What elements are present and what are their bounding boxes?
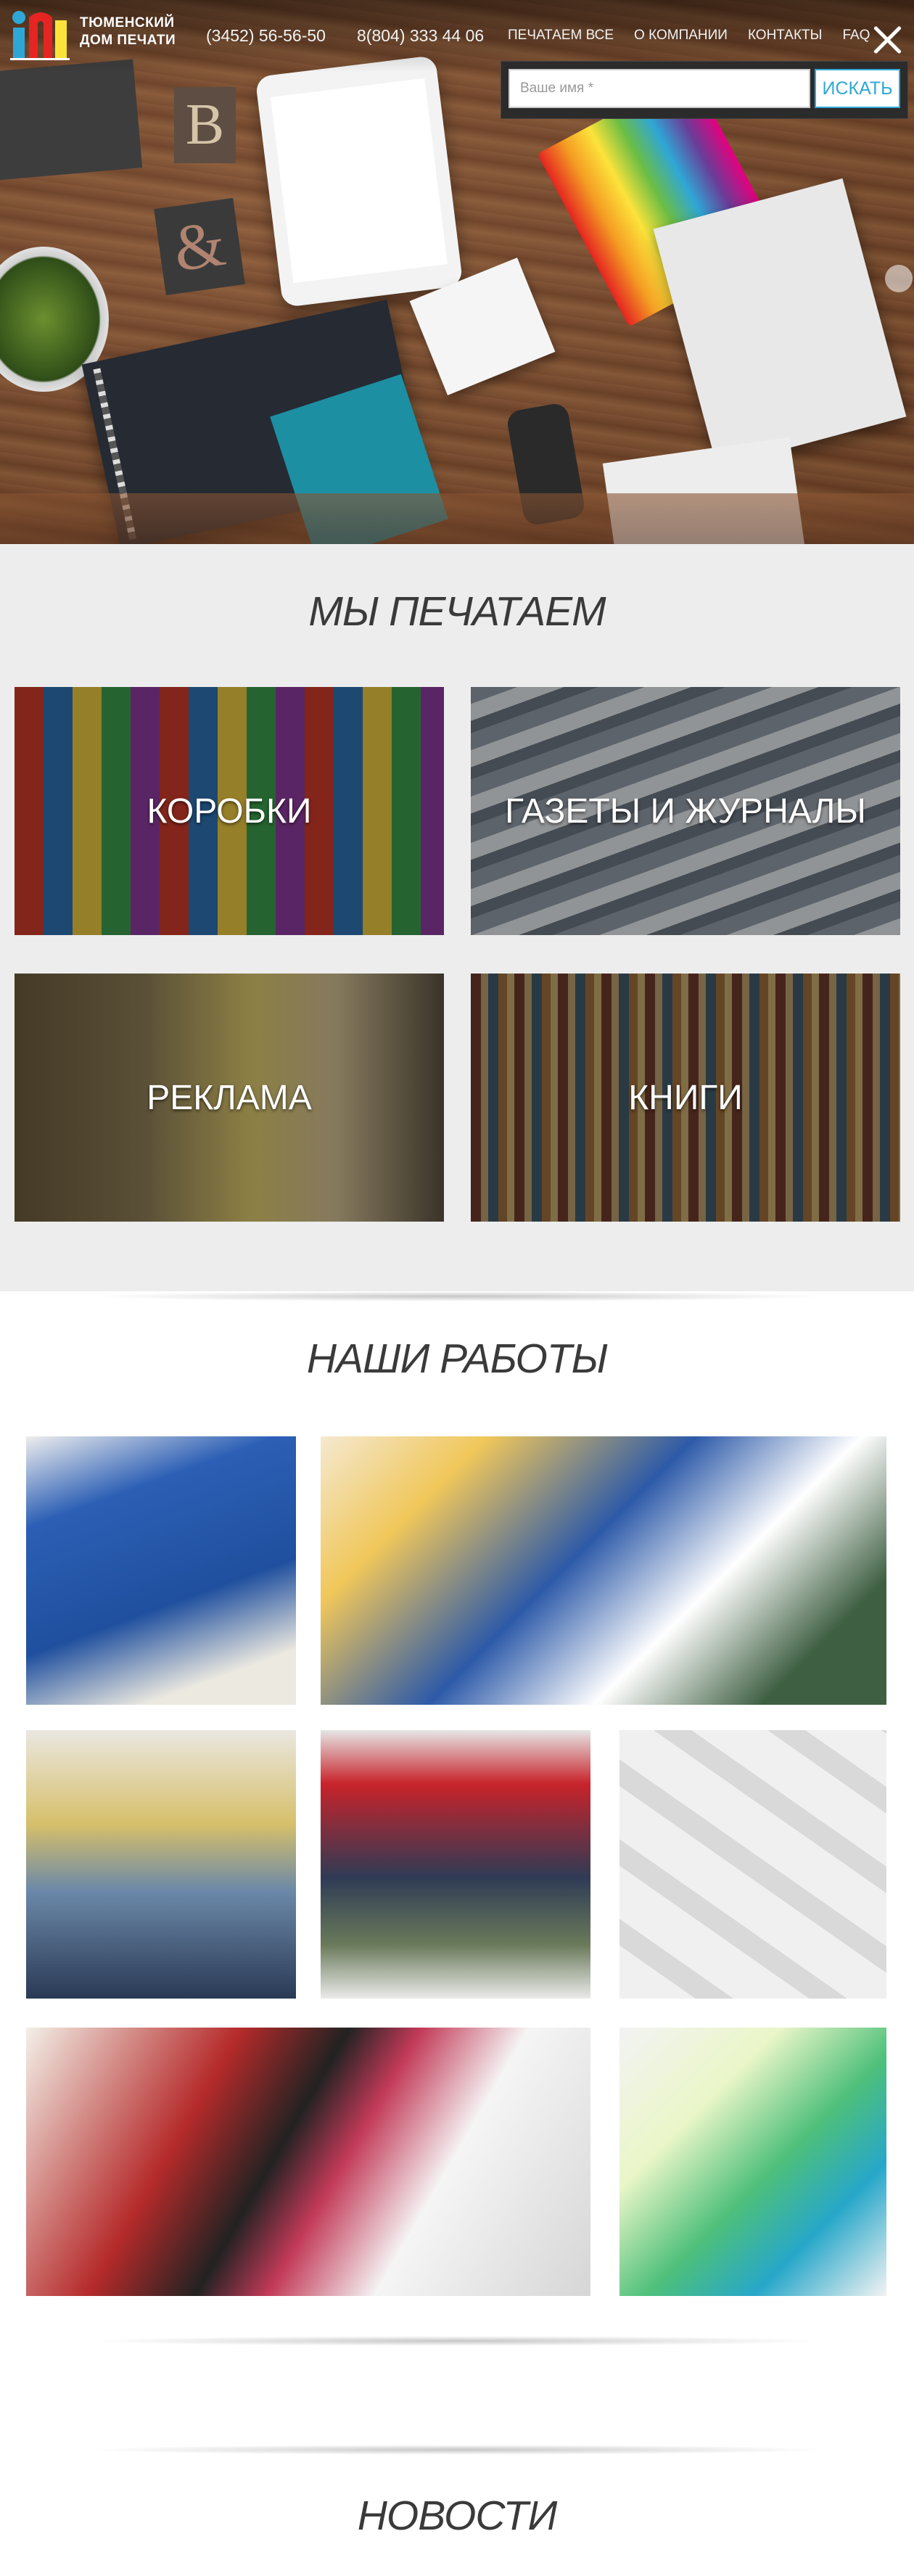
hero-decor-book [653,178,907,468]
work-item-2[interactable] [321,1436,886,1705]
main-nav: ПЕЧАТАЕМ ВСЕ О КОМПАНИИ КОНТАКТЫ FAQ [508,28,870,44]
hero-decor-letter-b: B [174,87,236,163]
category-books-label: КНИГИ [628,1078,743,1117]
logo-line-2: ДОМ ПЕЧАТИ [80,33,176,48]
work-item-1[interactable] [26,1436,296,1705]
logo-line-1: ТЮМЕНСКИЙ [80,15,175,30]
category-boxes-label: КОРОБКИ [147,791,312,831]
nav-item-contacts[interactable]: КОНТАКТЫ [748,28,823,44]
hero-decor-tablet [255,54,464,308]
close-icon[interactable] [870,23,904,57]
phone-local[interactable]: (3452) 56-56-50 [206,26,326,46]
work-item-6[interactable] [26,2028,590,2296]
print-section: МЫ ПЕЧАТАЕМ КОРОБКИ ГАЗЕТЫ И ЖУРНАЛЫ РЕК… [0,544,914,1291]
category-books[interactable]: КНИГИ [471,974,900,1222]
news-section-title: НОВОСТИ [357,2493,557,2539]
logo-text[interactable]: ТЮМЕНСКИЙ ДОМ ПЕЧАТИ [80,15,176,49]
nav-item-about[interactable]: О КОМПАНИИ [634,28,728,44]
phone-tollfree[interactable]: 8(804) 333 44 06 [357,26,484,46]
search-panel: ИСКАТЬ [501,61,908,119]
category-advertising[interactable]: РЕКЛАМА [15,974,444,1222]
work-item-4[interactable] [321,1730,590,1999]
section-divider [87,2445,827,2455]
category-boxes[interactable]: КОРОБКИ [15,687,444,935]
hero-decor-board [0,59,143,181]
hero-decor-ampersand: & [154,197,245,296]
work-item-7[interactable] [619,2028,886,2296]
print-section-title: МЫ ПЕЧАТАЕМ [308,588,606,635]
works-section-title: НАШИ РАБОТЫ [306,1336,608,1382]
category-newspapers-label: ГАЗЕТЫ И ЖУРНАЛЫ [505,791,866,831]
slider-next-arrow-icon[interactable] [885,265,913,292]
hero-banner: B & ТЮМЕНСКИЙ ДОМ ПЕЧАТИ (3452) 56-56-50… [0,0,914,544]
category-advertising-label: РЕКЛАМА [147,1078,312,1117]
category-newspapers[interactable]: ГАЗЕТЫ И ЖУРНАЛЫ [471,687,900,935]
works-section: НАШИ РАБОТЫ НОВОСТИ [0,1291,914,2576]
search-input[interactable] [509,69,810,108]
work-item-5[interactable] [619,1730,886,1999]
search-button[interactable]: ИСКАТЬ [815,69,900,108]
nav-item-faq[interactable]: FAQ [842,28,870,44]
logo-icon[interactable] [6,7,75,62]
section-divider [87,2336,827,2346]
nav-item-print-all[interactable]: ПЕЧАТАЕМ ВСЕ [508,28,614,44]
section-divider [87,1291,827,1301]
work-item-3[interactable] [26,1730,296,1999]
